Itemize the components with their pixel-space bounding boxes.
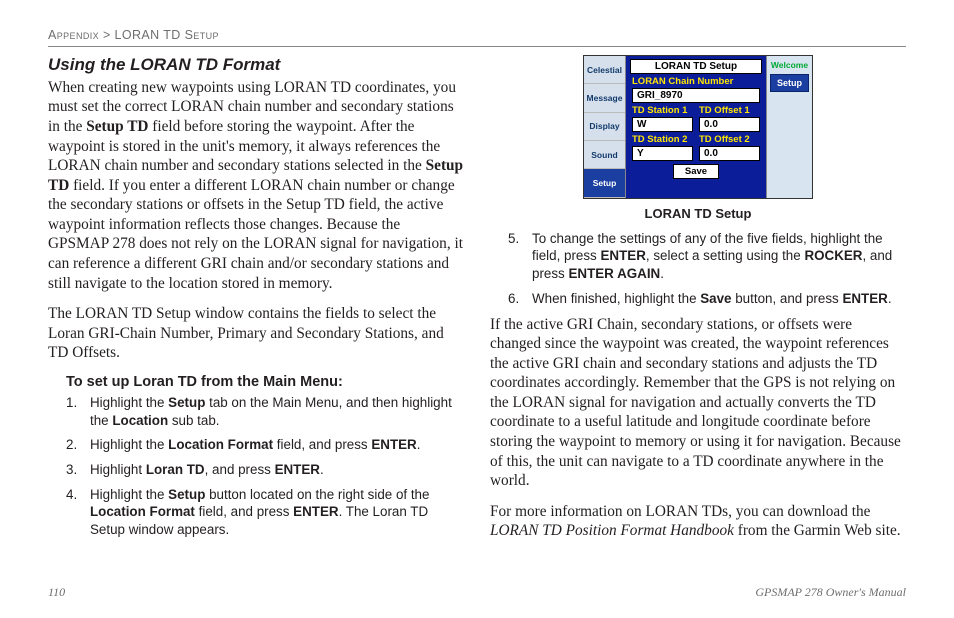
page: Appendix > LORAN TD Setup Using the LORA…: [0, 0, 954, 618]
page-number: 110: [48, 585, 65, 600]
figure-loran-setup: Celestial Message Display Sound Setup LO…: [583, 55, 813, 199]
para-right-1: If the active GRI Chain, secondary stati…: [490, 315, 906, 491]
step-4: 4.Highlight the Setup button located on …: [66, 486, 464, 539]
manual-title: GPSMAP 278 Owner's Manual: [755, 585, 906, 600]
device-left-tabs: Celestial Message Display Sound Setup: [584, 56, 626, 198]
rt-welcome: Welcome: [767, 56, 812, 74]
chain-value: GRI_8970: [632, 88, 760, 103]
device-title: LORAN TD Setup: [630, 59, 762, 74]
rt-setup: Setup: [770, 74, 809, 92]
step-2: 2.Highlight the Location Format field, a…: [66, 436, 464, 454]
heading-using-loran: Using the LORAN TD Format: [48, 55, 464, 75]
st1-label: TD Station 1: [632, 105, 693, 116]
columns: Using the LORAN TD Format When creating …: [48, 55, 906, 552]
right-column: Celestial Message Display Sound Setup LO…: [490, 55, 906, 552]
tab-sound: Sound: [584, 141, 625, 169]
figure-caption: LORAN TD Setup: [490, 206, 906, 221]
tab-message: Message: [584, 84, 625, 112]
device-save-button: Save: [673, 164, 719, 179]
step-5: 5.To change the settings of any of the f…: [508, 230, 906, 283]
of2-value: 0.0: [699, 146, 760, 161]
chain-label: LORAN Chain Number: [632, 76, 760, 87]
st1-value: W: [632, 117, 693, 132]
breadcrumb-sub: LORAN TD Setup: [115, 28, 219, 42]
device-main: LORAN TD Setup LORAN Chain Number GRI_89…: [626, 56, 766, 198]
breadcrumb: Appendix > LORAN TD Setup: [48, 28, 906, 42]
tab-display: Display: [584, 113, 625, 141]
para-1: When creating new waypoints using LORAN …: [48, 78, 464, 293]
of1-value: 0.0: [699, 117, 760, 132]
st2-label: TD Station 2: [632, 134, 693, 145]
tab-celestial: Celestial: [584, 56, 625, 84]
device-right-tabs: Welcome Setup: [766, 56, 812, 198]
tab-setup: Setup: [584, 169, 625, 197]
breadcrumb-section: Appendix: [48, 28, 99, 42]
breadcrumb-sep: >: [103, 28, 111, 42]
header-rule: [48, 46, 906, 47]
step-3: 3.Highlight Loran TD, and press ENTER.: [66, 461, 464, 479]
of2-label: TD Offset 2: [699, 134, 760, 145]
of1-label: TD Offset 1: [699, 105, 760, 116]
st2-value: Y: [632, 146, 693, 161]
steps-list-left: 1.Highlight the Setup tab on the Main Me…: [66, 394, 464, 539]
para-2: The LORAN TD Setup window contains the f…: [48, 304, 464, 363]
steps-list-right: 5.To change the settings of any of the f…: [508, 230, 906, 308]
left-column: Using the LORAN TD Format When creating …: [48, 55, 464, 552]
footer: 110 GPSMAP 278 Owner's Manual: [48, 585, 906, 600]
step-6: 6.When finished, highlight the Save butt…: [508, 290, 906, 308]
para-right-2: For more information on LORAN TDs, you c…: [490, 502, 906, 541]
step-1: 1.Highlight the Setup tab on the Main Me…: [66, 394, 464, 429]
heading-steps: To set up Loran TD from the Main Menu:: [66, 374, 464, 390]
device-screenshot: Celestial Message Display Sound Setup LO…: [583, 55, 813, 199]
